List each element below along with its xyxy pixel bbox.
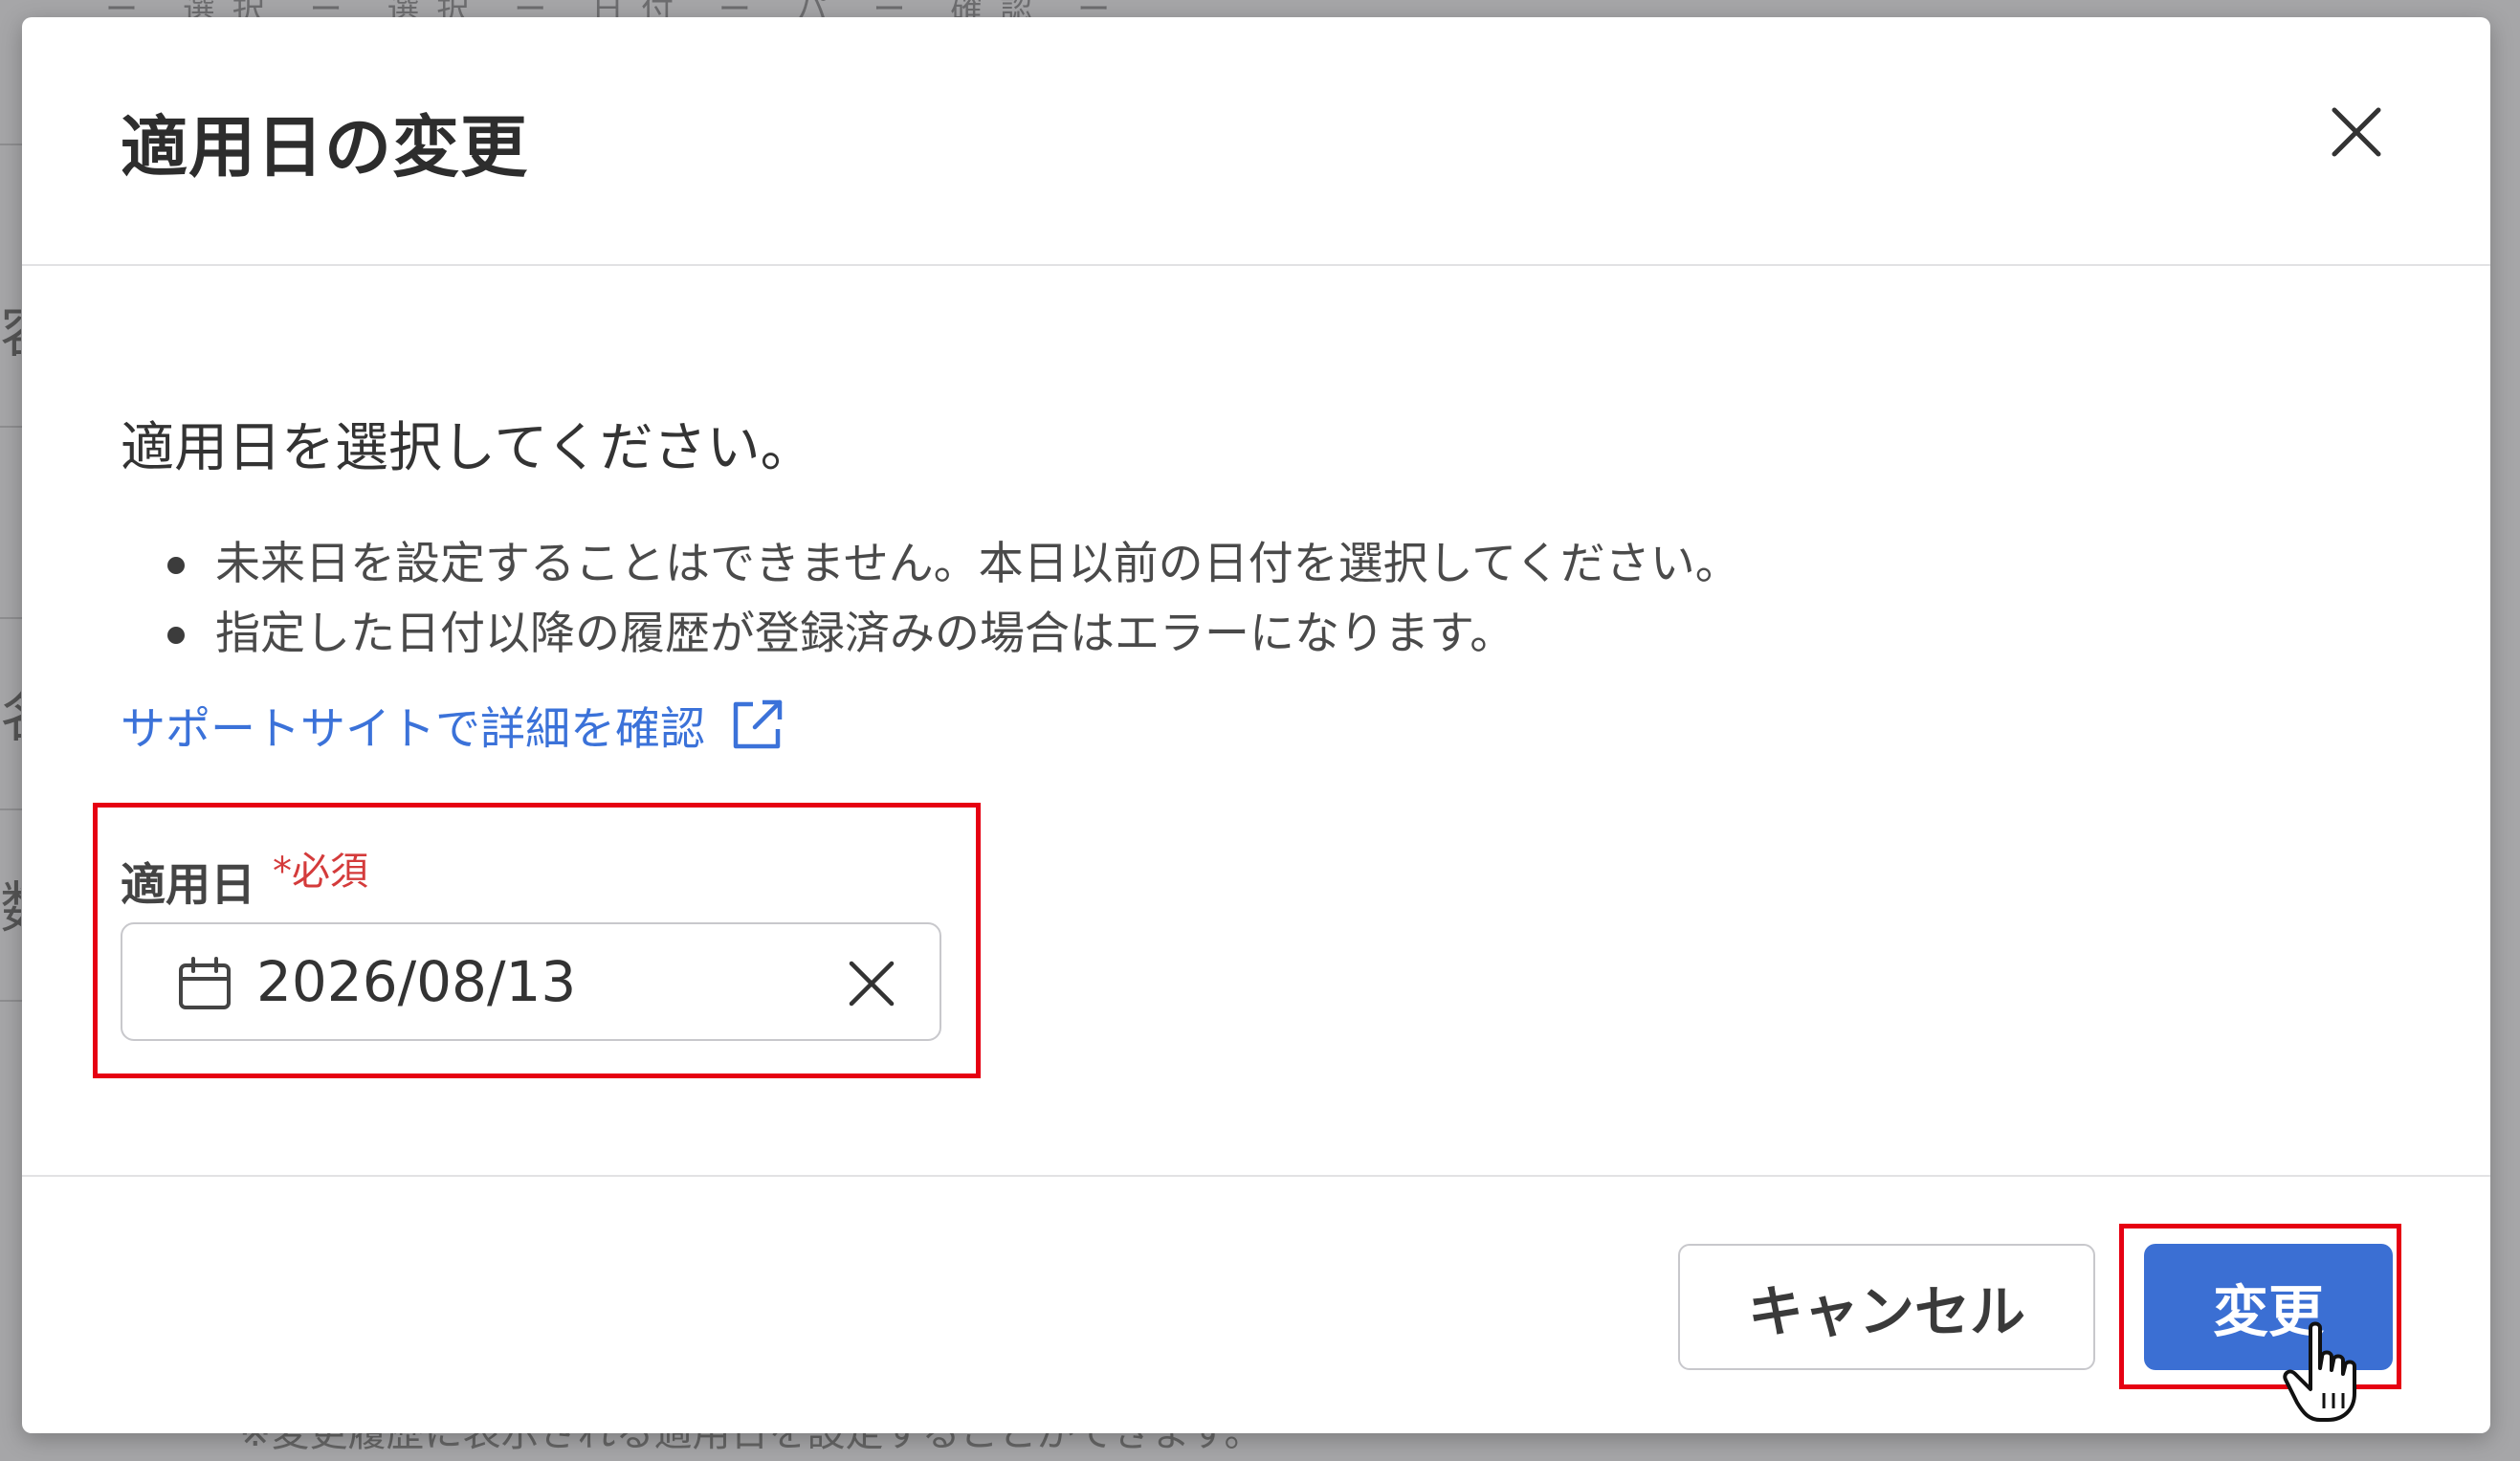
field-label: 適用日 (121, 859, 255, 912)
dialog-prompt: 適用日を選択してください。 (121, 417, 814, 479)
dialog-title: 適用日の変更 (121, 108, 528, 187)
background-label: 名 (0, 689, 21, 744)
close-button[interactable] (2323, 99, 2390, 166)
cancel-button[interactable]: キャンセル (1678, 1244, 2095, 1370)
background-label: 数 (0, 880, 21, 936)
footer-divider (22, 1175, 2490, 1177)
support-site-link[interactable]: サポートサイトで詳細を確認 (121, 692, 787, 758)
background-label: 容 (0, 304, 21, 360)
note-item: 指定した日付以降の履歴が登録済みの場合はエラーになります。 (146, 599, 1740, 669)
clear-icon[interactable] (844, 956, 899, 1011)
required-badge: *必須 (273, 850, 368, 894)
close-icon (2332, 107, 2381, 157)
date-picker[interactable] (121, 922, 941, 1041)
bullet-icon (167, 627, 185, 644)
note-text: 指定した日付以降の履歴が登録済みの場合はエラーになります。 (215, 608, 1515, 660)
bullet-icon (167, 557, 185, 574)
dialog-header: 適用日の変更 (22, 17, 2490, 266)
note-text: 未来日を設定することはできません。本日以前の日付を選択してください。 (215, 538, 1740, 590)
hand-cursor-icon (2283, 1321, 2356, 1422)
change-date-dialog: 適用日の変更 適用日を選択してください。 未来日を設定することはできません。本日… (22, 17, 2490, 1433)
support-link-label: サポートサイトで詳細を確認 (121, 703, 705, 756)
note-item: 未来日を設定することはできません。本日以前の日付を選択してください。 (146, 529, 1740, 599)
date-input[interactable] (256, 949, 792, 1014)
notes-list: 未来日を設定することはできません。本日以前の日付を選択してください。 指定した日… (146, 529, 1740, 669)
external-link-icon (733, 699, 783, 748)
calendar-icon (179, 957, 231, 1009)
